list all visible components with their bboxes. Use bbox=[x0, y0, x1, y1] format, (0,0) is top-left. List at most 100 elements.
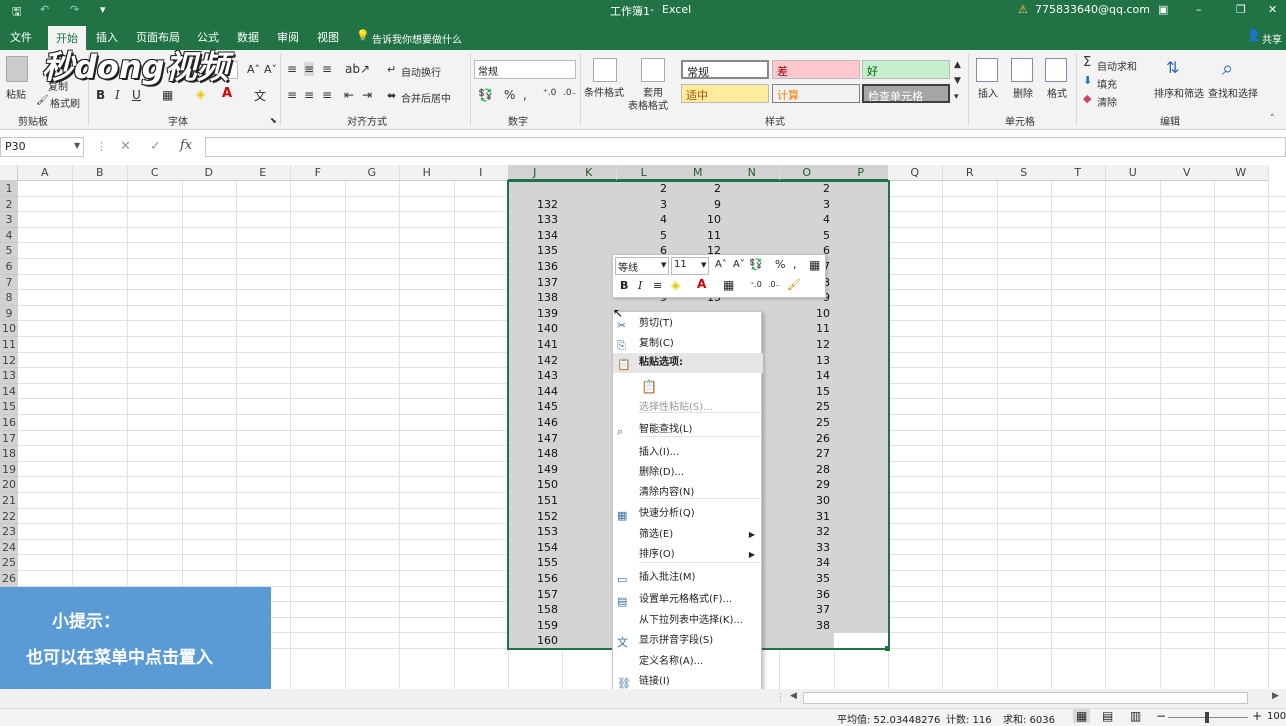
column-header[interactable]: T bbox=[1051, 165, 1106, 181]
page-break-view-icon[interactable]: ▥ bbox=[1130, 709, 1141, 723]
zoom-level[interactable]: 100 bbox=[1267, 711, 1286, 722]
row-header[interactable]: 1 bbox=[0, 181, 18, 197]
paste-button[interactable]: 粘贴 bbox=[6, 86, 26, 101]
find-icon[interactable]: ⌕ bbox=[1222, 56, 1233, 80]
number-format-select[interactable]: 常规 bbox=[474, 60, 576, 79]
comma-button[interactable]: , bbox=[523, 88, 527, 102]
close-icon[interactable]: ✕ bbox=[1268, 3, 1277, 16]
styles-scroll-down-icon[interactable]: ▼ bbox=[954, 76, 961, 86]
merge-center-icon[interactable]: ⬌ bbox=[387, 89, 396, 102]
align-right-icon[interactable]: ≡ bbox=[322, 88, 332, 102]
cell-O[interactable]: 14 bbox=[780, 368, 834, 384]
mini-bold-button[interactable]: B bbox=[620, 279, 628, 292]
mini-format-painter-icon[interactable]: 🖌 bbox=[787, 278, 801, 291]
clear-button[interactable]: 清除 bbox=[1097, 94, 1117, 109]
cell-O[interactable]: 4 bbox=[780, 212, 834, 228]
row-header[interactable]: 19 bbox=[0, 461, 18, 478]
zoom-slider-thumb[interactable] bbox=[1205, 712, 1209, 723]
merge-center-button[interactable]: 合并后居中 bbox=[401, 90, 451, 105]
column-header[interactable]: Q bbox=[888, 165, 943, 181]
wrap-text-icon[interactable]: ↵ bbox=[387, 63, 396, 76]
menu-item-3[interactable]: 📋 bbox=[613, 372, 763, 398]
cell-O[interactable]: 28 bbox=[780, 462, 834, 478]
shrink-font-icon[interactable]: A˅ bbox=[264, 63, 277, 76]
hscroll-left-icon[interactable]: ◀ bbox=[790, 691, 800, 705]
cell-J[interactable]: 146 bbox=[508, 415, 562, 431]
cell-J[interactable]: 138 bbox=[508, 290, 562, 306]
row-header[interactable]: 5 bbox=[0, 243, 18, 259]
cell-J[interactable]: 156 bbox=[508, 571, 562, 587]
row-header[interactable]: 10 bbox=[0, 321, 18, 337]
cell-J[interactable]: 142 bbox=[508, 353, 562, 369]
delete-cells-button[interactable]: 删除 bbox=[1013, 85, 1033, 100]
cell-M[interactable]: 2 bbox=[671, 181, 725, 197]
row-header[interactable]: 23 bbox=[0, 524, 18, 540]
save-icon[interactable]: 🖫 bbox=[12, 3, 21, 22]
row-header[interactable]: 3 bbox=[0, 212, 18, 228]
conditional-format-icon[interactable] bbox=[593, 58, 617, 82]
style-check-cell[interactable]: 检查单元格 bbox=[862, 84, 950, 103]
increase-decimal-icon[interactable]: ⁺.0 bbox=[543, 88, 556, 98]
fill-button[interactable]: 填充 bbox=[1097, 76, 1117, 91]
row-header[interactable]: 25 bbox=[0, 555, 18, 571]
conditional-format-button[interactable]: 条件格式 bbox=[584, 84, 624, 99]
cell-J[interactable]: 160 bbox=[508, 633, 562, 649]
style-neutral[interactable]: 适中 bbox=[681, 84, 769, 103]
menu-item-10[interactable]: 筛选(E) ▶ bbox=[613, 525, 763, 545]
menu-item-4[interactable]: 选择性粘贴(S)... bbox=[613, 398, 763, 418]
cell-L[interactable]: 5 bbox=[617, 228, 671, 244]
align-center-icon[interactable]: ≡ bbox=[304, 88, 314, 102]
phonetic-guide-icon[interactable]: ⽂ bbox=[254, 87, 266, 104]
column-header[interactable]: R bbox=[943, 165, 998, 181]
column-header[interactable]: I bbox=[454, 165, 509, 181]
row-header[interactable]: 4 bbox=[0, 227, 18, 244]
cell-J[interactable]: 149 bbox=[508, 462, 562, 478]
cell-O[interactable]: 25 bbox=[780, 399, 834, 415]
autosum-icon[interactable]: Σ bbox=[1083, 55, 1091, 70]
cell-O[interactable]: 11 bbox=[780, 321, 834, 337]
cell-J[interactable]: 148 bbox=[508, 446, 562, 462]
row-header[interactable]: 12 bbox=[0, 352, 18, 369]
cell-O[interactable]: 25 bbox=[780, 415, 834, 431]
collapse-ribbon-icon[interactable]: ˄ bbox=[1270, 114, 1275, 124]
zoom-out-icon[interactable]: − bbox=[1156, 709, 1166, 723]
mini-fill-color-icon[interactable]: ◈ bbox=[671, 278, 680, 292]
align-top-icon[interactable]: ≡ bbox=[287, 62, 297, 76]
user-account[interactable]: 775833640@qq.com bbox=[1035, 3, 1150, 16]
cell-L[interactable]: 2 bbox=[617, 181, 671, 197]
formula-input[interactable] bbox=[205, 137, 1286, 157]
cell-O[interactable]: 34 bbox=[780, 555, 834, 571]
column-header[interactable]: D bbox=[182, 165, 237, 181]
cell-J[interactable]: 144 bbox=[508, 384, 562, 400]
mini-size-dropdown-icon[interactable]: ▼ bbox=[701, 261, 706, 269]
mini-font-color-icon[interactable]: A bbox=[697, 277, 706, 291]
mini-grow-font-icon[interactable]: A˄ bbox=[715, 259, 727, 270]
align-left-icon[interactable]: ≡ bbox=[287, 88, 297, 102]
row-header[interactable]: 22 bbox=[0, 508, 18, 525]
mini-comma-button[interactable]: , bbox=[793, 258, 797, 271]
cell-J[interactable]: 141 bbox=[508, 337, 562, 353]
row-header[interactable]: 14 bbox=[0, 383, 18, 400]
row-header[interactable]: 11 bbox=[0, 337, 18, 353]
tab-view[interactable]: 视图 bbox=[317, 29, 339, 45]
mini-increase-decimal-icon[interactable]: ⁺.0 bbox=[750, 280, 762, 289]
cell-O[interactable]: 37 bbox=[780, 602, 834, 618]
menu-item-9[interactable]: ▦ 快速分析(Q) bbox=[613, 504, 763, 524]
column-header[interactable]: E bbox=[236, 165, 291, 181]
hscroll-right-icon[interactable]: ▶ bbox=[1272, 691, 1282, 705]
find-select-button[interactable]: 查找和选择 bbox=[1208, 85, 1258, 100]
menu-item-8[interactable]: 清除内容(N) bbox=[613, 483, 763, 503]
menu-item-16[interactable]: 定义名称(A)... bbox=[613, 652, 763, 672]
share-icon[interactable]: 👤 bbox=[1247, 29, 1261, 42]
column-header[interactable]: S bbox=[997, 165, 1052, 181]
decrease-decimal-icon[interactable]: .0₋ bbox=[563, 88, 576, 98]
increase-indent-icon[interactable]: ⇥ bbox=[362, 88, 372, 102]
cell-O[interactable]: 38 bbox=[780, 618, 834, 634]
redo-icon[interactable]: ↷ bbox=[70, 3, 79, 16]
cell-M[interactable]: 10 bbox=[671, 212, 725, 228]
row-header[interactable]: 21 bbox=[0, 493, 18, 509]
menu-item-13[interactable]: ▤ 设置单元格格式(F)... bbox=[613, 590, 763, 610]
menu-item-11[interactable]: 排序(O) ▶ bbox=[613, 545, 763, 565]
column-header[interactable]: B bbox=[73, 165, 128, 181]
accounting-format-icon[interactable]: 💱 bbox=[478, 88, 493, 102]
